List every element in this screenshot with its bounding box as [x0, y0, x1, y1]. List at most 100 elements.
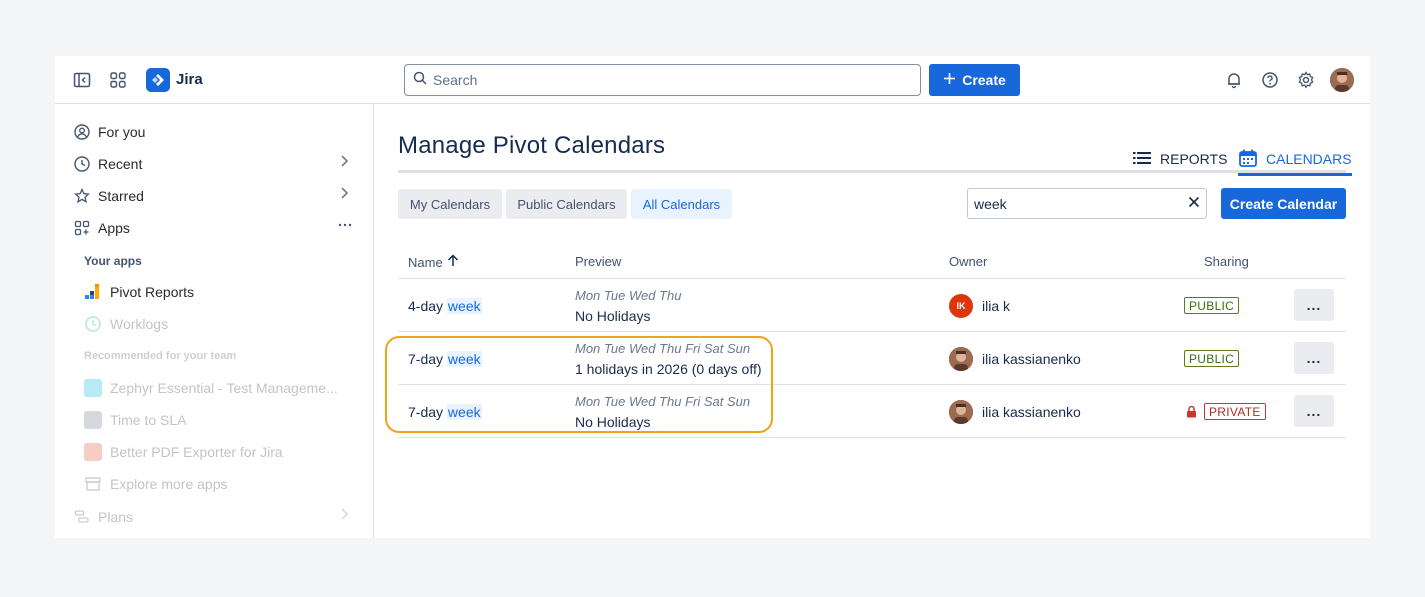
clock-icon: [73, 155, 91, 173]
your-apps-heading: Your apps: [84, 254, 142, 268]
calendar-search-value: week: [974, 195, 1007, 212]
app-item-label: Explore more apps: [110, 476, 228, 492]
create-calendar-button[interactable]: Create Calendar: [1221, 188, 1346, 219]
sharing-badge: PUBLIC: [1184, 350, 1240, 367]
column-sharing: Sharing: [1204, 254, 1249, 269]
tab-calendars[interactable]: CALENDARS: [1238, 145, 1352, 176]
filter-all-calendars[interactable]: All Calendars: [631, 189, 732, 219]
sidebar-item-recent[interactable]: Recent: [73, 152, 142, 176]
sidebar-item-starred[interactable]: Starred: [73, 184, 144, 208]
jira-logo-icon[interactable]: [146, 68, 170, 92]
star-icon: [73, 187, 91, 205]
owner-name: ilia kassianenko: [982, 351, 1081, 367]
app-item-pivot-reports[interactable]: Pivot Reports: [84, 281, 194, 303]
tab-label: CALENDARS: [1266, 151, 1352, 167]
pivot-reports-icon: [84, 283, 102, 301]
pdf-exporter-icon: [84, 443, 102, 461]
apps-grid-icon: [73, 219, 91, 237]
preview-holidays: No Holidays: [575, 308, 651, 324]
calendar-name[interactable]: 7-day week: [408, 351, 482, 367]
sidebar-item-plans[interactable]: Plans: [73, 505, 133, 529]
column-label: Name: [408, 254, 443, 270]
sidebar-toggle-icon[interactable]: [72, 70, 92, 90]
preview-holidays: 1 holidays in 2026 (0 days off): [575, 361, 762, 377]
recommended-heading: Recommended for your team: [84, 350, 237, 362]
owner-avatar: IK: [949, 294, 973, 318]
sidebar-item-label: Plans: [98, 509, 134, 525]
owner: ilia kassianenko: [949, 400, 1081, 424]
lock-icon: [1186, 405, 1197, 423]
column-preview: Preview: [575, 254, 622, 269]
row-actions-button[interactable]: ...: [1294, 395, 1334, 427]
owner-avatar: [949, 347, 973, 371]
main-content: Manage Pivot Calendars REPORTS CALENDARS…: [375, 104, 1370, 538]
search-match: week: [446, 351, 482, 367]
calendar-search-input[interactable]: week: [967, 188, 1207, 219]
calendar-name[interactable]: 4-day week: [408, 298, 482, 314]
worklogs-clock-icon: [84, 315, 102, 333]
person-circle-icon: [73, 123, 91, 141]
row-actions-button[interactable]: ...: [1294, 342, 1334, 374]
tab-reports[interactable]: REPORTS: [1132, 145, 1227, 173]
jira-window: Jira Search Create For you Recent Starre…: [55, 56, 1370, 538]
chevron-right-icon[interactable]: [339, 186, 349, 203]
view-tabs: REPORTS CALENDARS: [398, 145, 1352, 176]
app-item-label: Worklogs: [110, 316, 169, 332]
app-item-label: Zephyr Essential - Test Manageme...: [110, 380, 338, 396]
preview-holidays: No Holidays: [575, 414, 651, 430]
filter-public-calendars[interactable]: Public Calendars: [506, 189, 627, 219]
app-item-worklogs[interactable]: Worklogs: [84, 313, 168, 335]
search-icon: [413, 71, 427, 90]
clear-search-icon[interactable]: [1188, 195, 1200, 212]
calendar-name[interactable]: 7-day week: [408, 404, 482, 420]
filter-my-calendars[interactable]: My Calendars: [398, 189, 502, 219]
app-name[interactable]: Jira: [176, 71, 203, 88]
name-text: 4-day: [408, 298, 447, 314]
sharing-badge: PUBLIC: [1184, 297, 1240, 314]
row-actions-button[interactable]: ...: [1294, 289, 1334, 321]
name-text: 7-day: [408, 404, 447, 420]
calendars-table: Name Preview Owner Sharing 4-day week Mo…: [398, 245, 1346, 438]
tab-label: REPORTS: [1160, 151, 1228, 167]
notifications-bell-icon[interactable]: [1224, 70, 1244, 90]
user-avatar[interactable]: [1330, 68, 1354, 92]
owner-name: ilia kassianenko: [982, 404, 1081, 420]
list-icon: [1132, 150, 1152, 169]
app-item-explore-more[interactable]: Explore more apps: [84, 473, 228, 495]
preview-days: Mon Tue Wed Thu Fri Sat Sun: [575, 394, 751, 409]
owner: ilia kassianenko: [949, 347, 1081, 371]
app-item-label: Better PDF Exporter for Jira: [110, 444, 283, 460]
search-input[interactable]: Search: [404, 64, 921, 96]
sidebar-item-apps[interactable]: Apps: [73, 216, 130, 240]
help-icon[interactable]: [1260, 70, 1280, 90]
create-button-label: Create: [962, 72, 1006, 88]
chevron-right-icon[interactable]: [339, 507, 349, 524]
app-item-time-to-sla[interactable]: Time to SLA: [84, 409, 187, 431]
sidebar-item-label: For you: [98, 124, 146, 140]
table-row[interactable]: 4-day week Mon Tue Wed Thu No Holidays I…: [398, 279, 1346, 332]
sidebar-item-label: Recent: [98, 156, 143, 172]
table-row[interactable]: 7-day week Mon Tue Wed Thu Fri Sat Sun 1…: [398, 332, 1346, 385]
column-owner: Owner: [949, 254, 988, 269]
column-name[interactable]: Name: [408, 254, 459, 270]
sidebar-item-for-you[interactable]: For you: [73, 120, 145, 144]
preview-days: Mon Tue Wed Thu: [575, 288, 682, 303]
sidebar-item-label: Apps: [98, 220, 130, 236]
app-item-label: Time to SLA: [110, 412, 187, 428]
owner: IK ilia k: [949, 294, 1010, 318]
time-to-sla-icon: [84, 411, 102, 429]
app-item-zephyr[interactable]: Zephyr Essential - Test Manageme...: [84, 377, 338, 399]
name-text: 7-day: [408, 351, 447, 367]
sort-ascending-icon: [447, 254, 459, 270]
table-row[interactable]: 7-day week Mon Tue Wed Thu Fri Sat Sun N…: [398, 385, 1346, 438]
settings-gear-icon[interactable]: [1296, 70, 1316, 90]
search-placeholder: Search: [433, 72, 478, 88]
sidebar: For you Recent Starred Apps Your apps Pi…: [55, 104, 374, 538]
sidebar-item-label: Starred: [98, 188, 144, 204]
app-switcher-icon[interactable]: [108, 70, 128, 90]
app-item-label: Pivot Reports: [110, 284, 195, 300]
more-horizontal-icon[interactable]: [337, 218, 353, 237]
app-item-better-pdf[interactable]: Better PDF Exporter for Jira: [84, 441, 283, 463]
chevron-right-icon[interactable]: [339, 154, 349, 171]
create-button[interactable]: Create: [929, 64, 1020, 96]
